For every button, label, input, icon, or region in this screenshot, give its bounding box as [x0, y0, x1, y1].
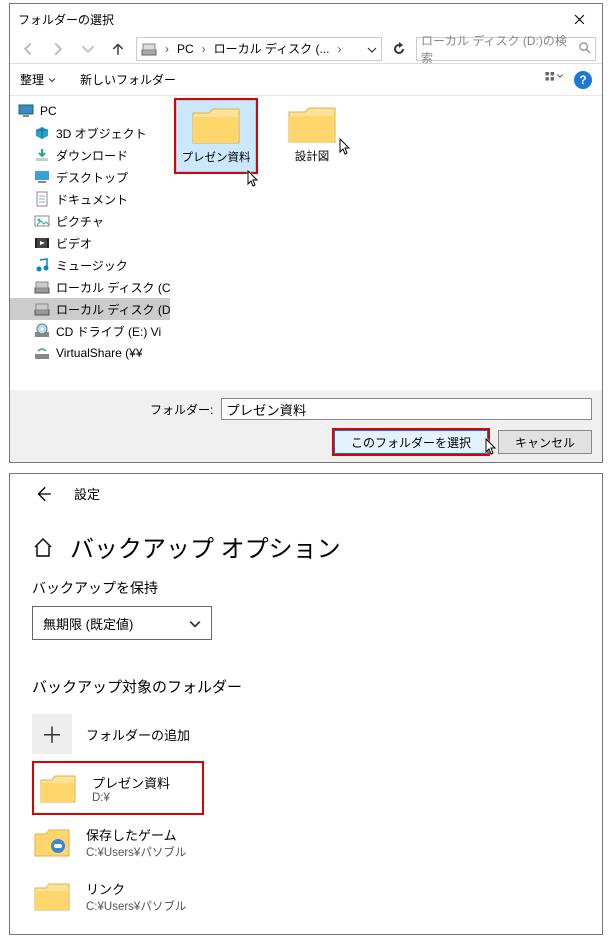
chevron-down-icon [189, 616, 201, 631]
view-options-button[interactable] [544, 72, 564, 87]
tree-item-dt[interactable]: デスクトップ [10, 166, 170, 188]
backup-folders-heading: バックアップ対象のフォルダー [32, 676, 580, 697]
toolbar: 整理 新しいフォルダー ? [10, 64, 602, 96]
crumb-pc[interactable]: PC [177, 42, 194, 56]
tree-item-3d[interactable]: 3D オブジェクト [10, 122, 170, 144]
search-icon [578, 41, 591, 57]
tree-item-pc[interactable]: PC [10, 100, 170, 122]
folder-contents[interactable]: プレゼン資料設計図 [170, 96, 602, 390]
backup-folder-row[interactable]: 保存したゲームC:¥Users¥パソブル [32, 815, 580, 869]
settings-header: 設定 [32, 484, 580, 503]
tree-item-doc[interactable]: ドキュメント [10, 188, 170, 210]
organize-menu[interactable]: 整理 [20, 71, 56, 88]
tree-item-vs[interactable]: VirtualShare (¥¥ [10, 342, 170, 364]
cd-icon [34, 323, 52, 339]
folder-icon [32, 824, 72, 860]
cancel-button[interactable]: キャンセル [498, 430, 592, 454]
hdd-icon [34, 279, 52, 295]
window-title: フォルダーの選択 [10, 11, 556, 28]
pc-icon [18, 103, 36, 119]
plus-icon: ＋ [32, 714, 72, 754]
folder-item[interactable]: プレゼン資料 [176, 100, 256, 172]
folder-select-dialog: フォルダーの選択 › PC › ローカル ディスク (... › ローカル デ [9, 3, 603, 463]
keep-backup-dropdown[interactable]: 無期限 (既定値) [32, 606, 212, 640]
tree-item-cd[interactable]: CD ドライブ (E:) Vi [10, 320, 170, 342]
page-heading-row: バックアップ オプション [32, 529, 580, 564]
keep-backup-label: バックアップを保持 [32, 578, 580, 598]
titlebar: フォルダーの選択 [10, 4, 602, 34]
tree-item-dc[interactable]: ローカル ディスク (C [10, 276, 170, 298]
tree-item-vid[interactable]: ビデオ [10, 232, 170, 254]
search-box[interactable]: ローカル ディスク (D:)の検索 [416, 37, 596, 61]
new-folder-button[interactable]: 新しいフォルダー [80, 71, 176, 88]
folder-icon [32, 878, 72, 914]
chevron-down-icon [48, 73, 56, 87]
add-folder-row[interactable]: ＋ フォルダーの追加 [32, 707, 580, 761]
backup-folder-row[interactable]: プレゼン資料D:¥ [32, 761, 204, 815]
vid-icon [34, 235, 52, 251]
recent-dropdown[interactable] [76, 37, 100, 61]
tree-item-pic[interactable]: ピクチャ [10, 210, 170, 232]
chevron-right-icon: › [334, 42, 346, 56]
backup-folder-row[interactable]: リンクC:¥Users¥パソブル [32, 869, 580, 923]
pic-icon [34, 213, 52, 229]
address-bar[interactable]: › PC › ローカル ディスク (... › [136, 37, 382, 61]
up-button[interactable] [106, 37, 130, 61]
navigation-bar: › PC › ローカル ディスク (... › ローカル ディスク (D:)の検… [10, 34, 602, 64]
search-placeholder: ローカル ディスク (D:)の検索 [421, 32, 578, 66]
folder-tree[interactable]: PC3D オブジェクトダウンロードデスクトップドキュメントピクチャビデオミュージ… [10, 96, 170, 390]
folder-icon [189, 105, 243, 147]
hdd-icon [34, 301, 52, 317]
tree-item-dd[interactable]: ローカル ディスク (D [10, 298, 170, 320]
home-icon [32, 536, 54, 558]
dl-icon [34, 147, 52, 163]
folder-icon [38, 770, 78, 806]
folder-icon [285, 104, 339, 146]
chevron-right-icon: › [198, 42, 210, 56]
folder-name-input[interactable] [221, 398, 592, 420]
dt-icon [34, 169, 52, 185]
back-button[interactable] [32, 485, 54, 503]
select-folder-button[interactable]: このフォルダーを選択 [334, 430, 488, 454]
tree-item-mus[interactable]: ミュージック [10, 254, 170, 276]
back-button[interactable] [16, 37, 40, 61]
page-title: バックアップ オプション [70, 529, 341, 564]
folder-label: フォルダー: [20, 401, 213, 418]
tree-item-dl[interactable]: ダウンロード [10, 144, 170, 166]
folder-item[interactable]: 設計図 [272, 100, 352, 170]
forward-button[interactable] [46, 37, 70, 61]
dialog-footer: フォルダー: このフォルダーを選択 キャンセル [10, 390, 602, 462]
body: PC3D オブジェクトダウンロードデスクトップドキュメントピクチャビデオミュージ… [10, 96, 602, 390]
refresh-button[interactable] [388, 38, 410, 60]
3d-icon [34, 125, 52, 141]
chevron-right-icon: › [161, 42, 173, 56]
doc-icon [34, 191, 52, 207]
settings-panel: 設定 バックアップ オプション バックアップを保持 無期限 (既定値) バックア… [9, 473, 603, 935]
address-dropdown[interactable] [367, 42, 377, 56]
close-button[interactable] [556, 4, 602, 34]
mus-icon [34, 257, 52, 273]
net-icon [34, 345, 52, 361]
help-button[interactable]: ? [574, 71, 592, 89]
settings-title: 設定 [74, 484, 100, 503]
drive-icon [141, 41, 157, 57]
crumb-drive[interactable]: ローカル ディスク (... [214, 40, 330, 57]
